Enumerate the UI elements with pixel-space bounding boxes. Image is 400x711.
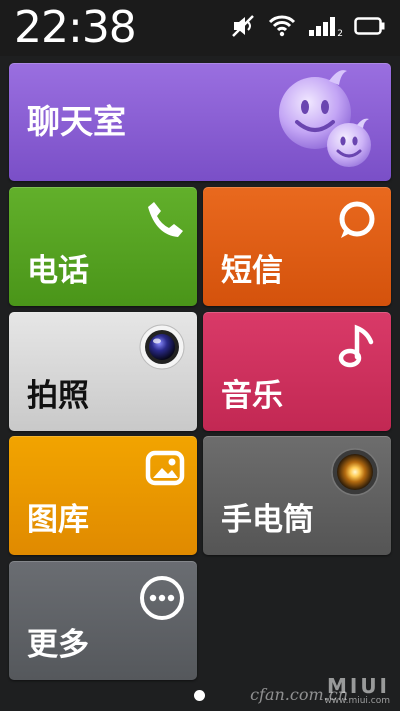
tile-chatroom[interactable]: 聊天室 <box>9 63 391 181</box>
more-dots-icon <box>139 575 185 625</box>
picture-icon <box>145 450 185 490</box>
tile-phone[interactable]: 电话 <box>9 187 197 306</box>
phone-icon <box>145 199 185 243</box>
tile-camera[interactable]: 拍照 <box>9 312 197 431</box>
signal-icon: 2 <box>308 15 343 39</box>
watermark: MIUI www.miui.com <box>324 676 390 706</box>
tile-label: 手电筒 <box>221 502 314 538</box>
tile-label: 拍照 <box>27 378 89 414</box>
tile-label: 更多 <box>27 627 89 663</box>
smiley-icon <box>275 67 375 175</box>
mute-icon <box>230 14 256 38</box>
tile-gallery[interactable]: 图库 <box>9 436 197 555</box>
tile-sms[interactable]: 短信 <box>203 187 391 306</box>
page-indicator-dot <box>194 690 205 701</box>
tile-label: 音乐 <box>221 378 283 414</box>
tile-label: 图库 <box>27 502 89 538</box>
status-icons: 2 <box>230 14 386 39</box>
signal-sim-number: 2 <box>337 29 343 39</box>
battery-icon <box>354 16 386 36</box>
tile-music[interactable]: 音乐 <box>203 312 391 431</box>
watermark-url: www.miui.com <box>324 696 390 706</box>
tile-label: 电话 <box>27 253 89 289</box>
clock: 22:38 <box>14 2 137 53</box>
watermark-brand: MIUI <box>326 674 390 698</box>
camera-lens-icon <box>139 324 185 374</box>
wifi-icon <box>268 15 296 37</box>
tile-flash[interactable]: 手电筒 <box>203 436 391 555</box>
chat-bubble-icon <box>337 201 377 245</box>
flashlight-icon <box>331 448 379 500</box>
music-note-icon <box>337 324 377 372</box>
tile-more[interactable]: 更多 <box>9 561 197 680</box>
status-bar: 22:38 2 <box>0 0 400 56</box>
tile-label: 聊天室 <box>27 102 126 141</box>
tile-label: 短信 <box>221 253 283 289</box>
